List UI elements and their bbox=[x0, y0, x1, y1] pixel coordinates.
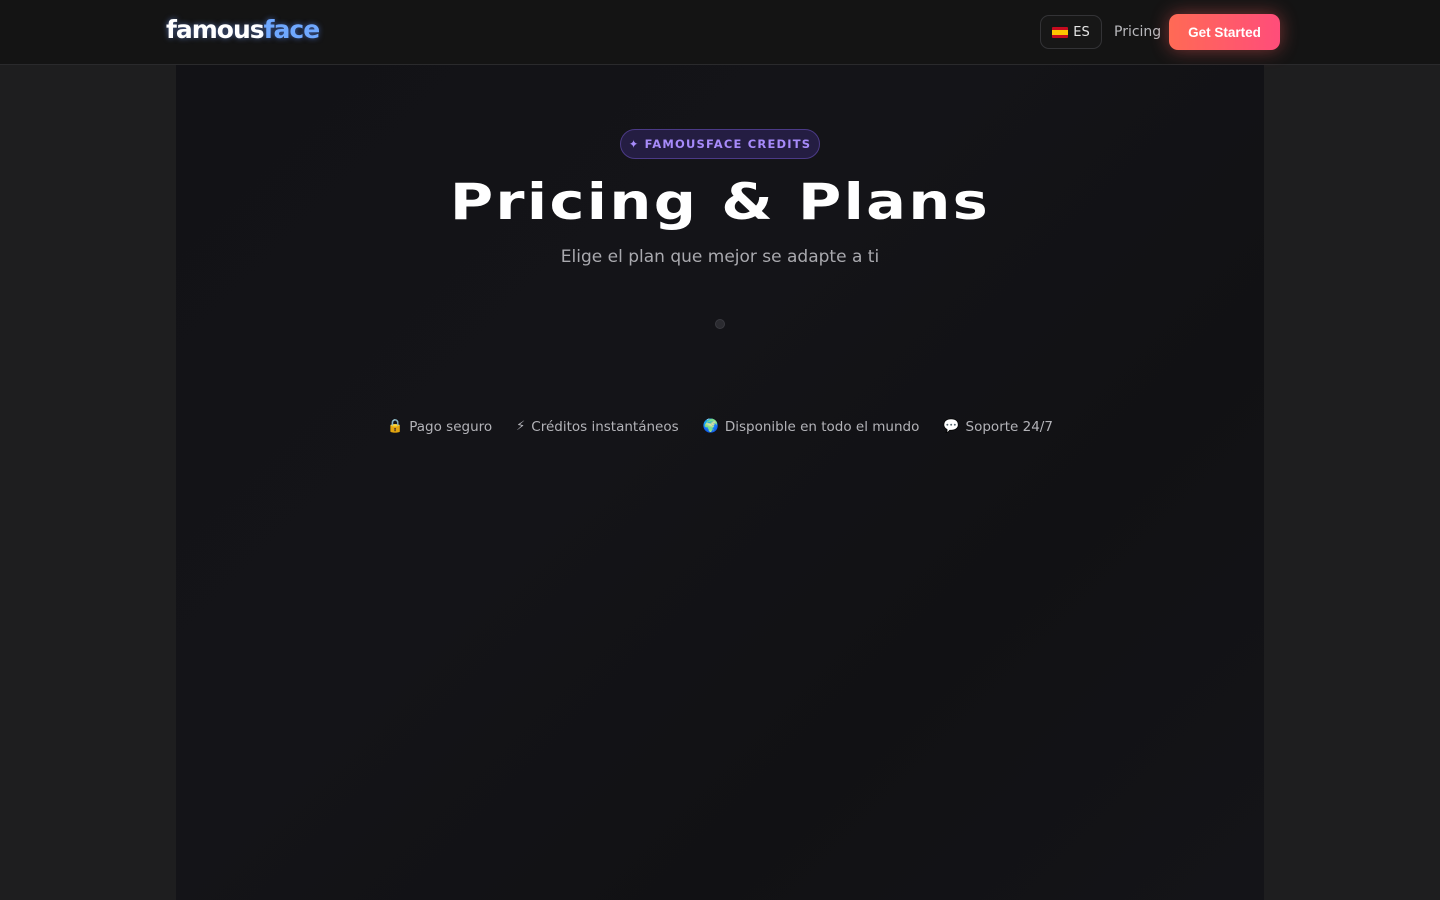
credits-badge: ✦ FAMOUSFACE CREDITS bbox=[620, 129, 820, 159]
page-title: Pricing & Plans bbox=[449, 173, 991, 231]
feature-label: Créditos instantáneos bbox=[531, 419, 679, 435]
loading-indicator bbox=[715, 319, 725, 329]
feature-item-worldwide: 🌍 Disponible en todo el mundo bbox=[703, 416, 920, 438]
get-started-button[interactable]: Get Started bbox=[1169, 14, 1280, 50]
feature-item-support: 💬 Soporte 24/7 bbox=[943, 416, 1053, 438]
credits-badge-label: FAMOUSFACE CREDITS bbox=[644, 137, 812, 151]
logo-text-famous: famous bbox=[166, 15, 265, 44]
language-selector[interactable]: ES bbox=[1040, 15, 1102, 49]
feature-item-instant-credits: ⚡ Créditos instantáneos bbox=[516, 416, 679, 438]
globe-icon: 🌍 bbox=[702, 419, 719, 434]
chat-bubble-icon: 💬 bbox=[943, 419, 960, 434]
sparkle-icon: ✦ bbox=[628, 137, 640, 151]
feature-item-secure-payment: 🔒 Pago seguro bbox=[387, 416, 492, 438]
famousface-logo[interactable]: famousface bbox=[166, 14, 321, 46]
feature-label: Disponible en todo el mundo bbox=[724, 419, 920, 435]
lock-icon: 🔒 bbox=[387, 419, 404, 434]
logo-text-face: face bbox=[263, 15, 321, 44]
spain-flag-icon bbox=[1052, 26, 1069, 38]
feature-list: 🔒 Pago seguro ⚡ Créditos instantáneos 🌍 … bbox=[300, 416, 1140, 438]
page-subtitle: Elige el plan que mejor se adapte a ti bbox=[560, 247, 880, 267]
nav-link-pricing[interactable]: Pricing bbox=[1114, 22, 1161, 42]
language-code: ES bbox=[1073, 24, 1090, 40]
lightning-icon: ⚡ bbox=[516, 419, 526, 434]
feature-label: Pago seguro bbox=[409, 419, 493, 435]
feature-label: Soporte 24/7 bbox=[965, 419, 1053, 435]
top-navbar: famousface ES Pricing Get Started bbox=[0, 0, 1440, 65]
